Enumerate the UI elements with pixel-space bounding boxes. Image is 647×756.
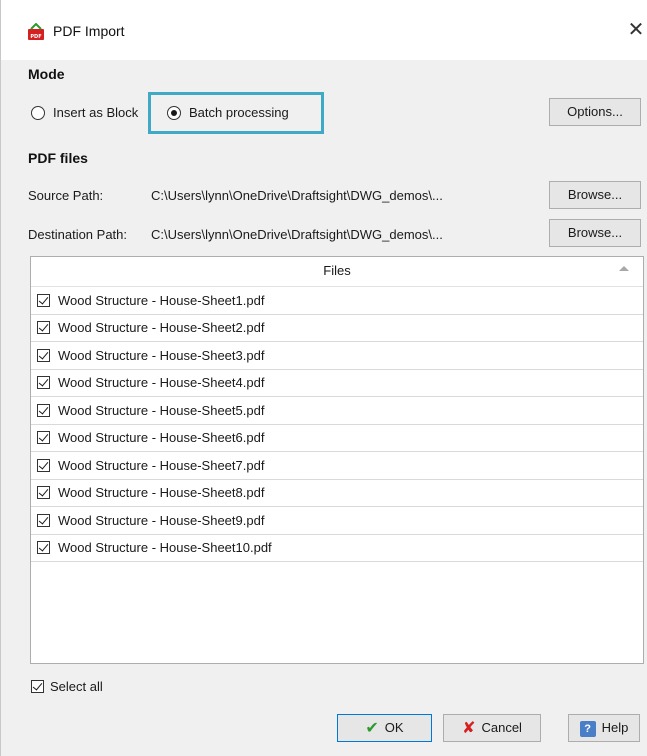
file-name: Wood Structure - House-Sheet6.pdf [58,430,265,446]
x-icon: ✘ [462,719,476,737]
file-name: Wood Structure - House-Sheet10.pdf [58,540,272,556]
checkbox-icon[interactable] [37,376,50,390]
checkbox-icon[interactable] [37,458,50,472]
insert-as-block-radio[interactable]: Insert as Block [31,105,138,120]
checkbox-icon[interactable] [31,680,44,693]
list-item[interactable]: Wood Structure - House-Sheet7.pdf [31,452,643,480]
question-icon: ? [579,720,596,737]
checkbox-icon[interactable] [37,293,50,307]
files-list[interactable]: Files Wood Structure - House-Sheet1.pdf … [30,256,644,664]
list-item[interactable]: Wood Structure - House-Sheet10.pdf [31,535,643,562]
ok-label: OK [384,720,404,735]
checkbox-icon[interactable] [37,431,50,445]
list-item[interactable]: Wood Structure - House-Sheet4.pdf [31,370,643,397]
file-name: Wood Structure - House-Sheet8.pdf [58,485,265,501]
insert-as-block-label: Insert as Block [53,105,139,120]
mode-section-title: Mode [28,66,65,82]
pdf-icon: PDF [28,23,44,40]
list-item[interactable]: Wood Structure - House-Sheet9.pdf [31,507,643,535]
options-button[interactable]: Options... [549,98,641,126]
file-name: Wood Structure - House-Sheet7.pdf [58,457,265,473]
list-item[interactable]: Wood Structure - House-Sheet1.pdf [31,287,643,315]
browse-destination-button[interactable]: Browse... [549,219,641,247]
browse-source-button[interactable]: Browse... [549,181,641,209]
destination-path-value: C:\Users\lynn\OneDrive\Draftsight\DWG_de… [151,227,443,242]
cancel-button[interactable]: ✘ Cancel [443,714,541,742]
ok-button[interactable]: ✔ OK [337,714,432,742]
file-name: Wood Structure - House-Sheet4.pdf [58,375,265,391]
destination-path-label: Destination Path: [28,227,128,242]
checkbox-icon[interactable] [37,321,50,335]
checkbox-icon[interactable] [37,513,50,527]
pdf-import-dialog: PDF PDF Import ✕ Mode Insert as Block Ba… [0,0,647,756]
list-item[interactable]: Wood Structure - House-Sheet3.pdf [31,342,643,370]
help-button[interactable]: ? Help [568,714,640,742]
checkbox-icon[interactable] [37,486,50,500]
source-path-value: C:\Users\lynn\OneDrive\Draftsight\DWG_de… [151,188,443,203]
title-bar: PDF PDF Import ✕ [1,0,647,60]
files-column-header[interactable]: Files [31,257,643,287]
file-name: Wood Structure - House-Sheet3.pdf [58,347,265,363]
help-label: Help [601,720,629,735]
checkbox-icon[interactable] [37,403,50,417]
select-all-checkbox[interactable]: Select all [31,679,103,694]
window-title: PDF Import [53,23,125,39]
checkmark-icon: ✔ [365,719,379,737]
file-name: Wood Structure - House-Sheet1.pdf [58,292,265,308]
checkbox-icon[interactable] [37,348,50,362]
files-header-label: Files [323,263,351,278]
list-item[interactable]: Wood Structure - House-Sheet5.pdf [31,397,643,425]
list-item[interactable]: Wood Structure - House-Sheet8.pdf [31,480,643,507]
radio-button-icon[interactable] [31,105,45,120]
files-rows: Wood Structure - House-Sheet1.pdf Wood S… [31,287,643,562]
source-path-label: Source Path: [28,188,104,203]
list-item[interactable]: Wood Structure - House-Sheet2.pdf [31,315,643,342]
radio-button-selected-icon[interactable] [167,105,181,120]
cancel-label: Cancel [481,720,522,735]
close-icon[interactable]: ✕ [625,18,647,42]
file-name: Wood Structure - House-Sheet9.pdf [58,512,265,528]
file-name: Wood Structure - House-Sheet2.pdf [58,320,265,336]
select-all-label: Select all [50,679,103,694]
batch-processing-label: Batch processing [189,105,289,120]
sort-up-icon [619,266,629,271]
list-item[interactable]: Wood Structure - House-Sheet6.pdf [31,425,643,452]
file-name: Wood Structure - House-Sheet5.pdf [58,402,265,418]
svg-text:PDF: PDF [30,34,41,40]
pdf-files-section-title: PDF files [28,150,88,166]
batch-processing-radio[interactable]: Batch processing [167,105,289,120]
checkbox-icon[interactable] [37,541,50,555]
